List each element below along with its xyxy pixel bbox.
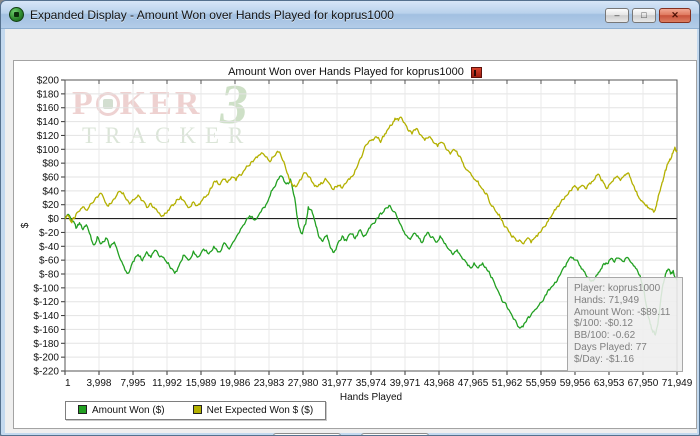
svg-text:$20: $20 [42, 200, 59, 211]
legend-swatch-icon [192, 405, 202, 414]
svg-text:$160: $160 [37, 103, 60, 114]
svg-text:$-80: $-80 [39, 270, 59, 281]
svg-text:55,959: 55,959 [526, 378, 557, 389]
svg-text:$180: $180 [37, 89, 60, 100]
svg-text:43,968: 43,968 [424, 378, 455, 389]
svg-text:$60: $60 [42, 173, 59, 184]
svg-text:$-100: $-100 [33, 283, 59, 294]
svg-text:71,949: 71,949 [662, 378, 693, 389]
svg-text:15,989: 15,989 [186, 378, 217, 389]
svg-text:47,965: 47,965 [458, 378, 489, 389]
poker-tracker-app-icon [9, 7, 24, 22]
svg-text:$-120: $-120 [33, 297, 59, 308]
svg-text:$-20: $-20 [39, 228, 59, 239]
minimize-button[interactable]: – [605, 8, 629, 23]
svg-text:$-180: $-180 [33, 339, 59, 350]
svg-text:63,953: 63,953 [594, 378, 625, 389]
legend-label: Amount Won ($) [92, 405, 165, 416]
chart-title: Amount Won over Hands Played for koprus1… [228, 66, 464, 79]
svg-text:$-60: $-60 [39, 256, 59, 267]
legend-label: Net Expected Won $ ($) [206, 405, 314, 416]
titlebar[interactable]: Expanded Display - Amount Won over Hands… [1, 1, 699, 29]
tooltip-line: Amount Won: -$89.11 [574, 306, 671, 318]
svg-text:$-40: $-40 [39, 242, 59, 253]
chart-context-menu-icon[interactable] [470, 66, 482, 78]
svg-text:27,980: 27,980 [288, 378, 319, 389]
svg-text:51,962: 51,962 [492, 378, 523, 389]
svg-text:35,974: 35,974 [356, 378, 387, 389]
chart-panel: PKER 3 TRACKER $-220$-200$-180$-160$-140… [13, 60, 697, 429]
window-body: PKER 3 TRACKER $-220$-200$-180$-160$-140… [5, 29, 697, 435]
tooltip-line: Days Played: 77 [574, 341, 647, 353]
svg-text:Hands Played: Hands Played [340, 392, 402, 403]
tooltip-line: Hands: 71,949 [574, 294, 640, 306]
svg-text:$-200: $-200 [33, 353, 59, 364]
svg-text:$80: $80 [42, 159, 59, 170]
svg-text:39,971: 39,971 [390, 378, 421, 389]
close-button[interactable]: ✕ [659, 8, 691, 23]
tooltip-line: $/Day: -$1.16 [574, 353, 635, 365]
svg-text:3,998: 3,998 [86, 378, 111, 389]
svg-text:$-160: $-160 [33, 325, 59, 336]
svg-text:23,983: 23,983 [254, 378, 285, 389]
maximize-button[interactable]: □ [632, 8, 656, 23]
svg-text:67,950: 67,950 [628, 378, 659, 389]
svg-text:$0: $0 [48, 214, 60, 225]
legend: Amount Won ($) Net Expected Won $ ($) [65, 401, 327, 420]
svg-text:1: 1 [65, 378, 71, 389]
legend-swatch-icon [78, 405, 87, 414]
svg-text:59,956: 59,956 [560, 378, 591, 389]
chart-title-row: Amount Won over Hands Played for koprus1… [14, 66, 696, 78]
legend-item: Net Expected Won $ ($) [192, 405, 314, 416]
legend-item: Amount Won ($) [78, 405, 165, 416]
plot-area[interactable]: $-220 $-200 $-180 $-160 $-140 $-120 $-100 $-80 $… [14, 61, 696, 428]
svg-text:$40: $40 [42, 186, 59, 197]
expanded-display-window: Expanded Display - Amount Won over Hands… [0, 0, 700, 436]
svg-text:7,995: 7,995 [120, 378, 145, 389]
svg-text:19,986: 19,986 [220, 378, 251, 389]
svg-text:$120: $120 [37, 131, 60, 142]
tooltip-line: BB/100: -0.62 [574, 330, 636, 342]
tooltip-line: Player: koprus1000 [574, 283, 661, 294]
svg-text:31,977: 31,977 [322, 378, 353, 389]
svg-text:$-140: $-140 [33, 311, 59, 322]
svg-text:$140: $140 [37, 117, 60, 128]
svg-text:$-220: $-220 [33, 367, 59, 378]
svg-text:11,992: 11,992 [152, 378, 182, 389]
svg-text:$: $ [20, 222, 31, 228]
tooltip-line: $/100: -$0.12 [574, 318, 633, 330]
stats-tooltip: Player: koprus1000 Hands: 71,949 Amount Wo… [567, 277, 683, 372]
window-title: Expanded Display - Amount Won over Hands… [30, 7, 394, 22]
svg-text:$100: $100 [37, 145, 60, 156]
